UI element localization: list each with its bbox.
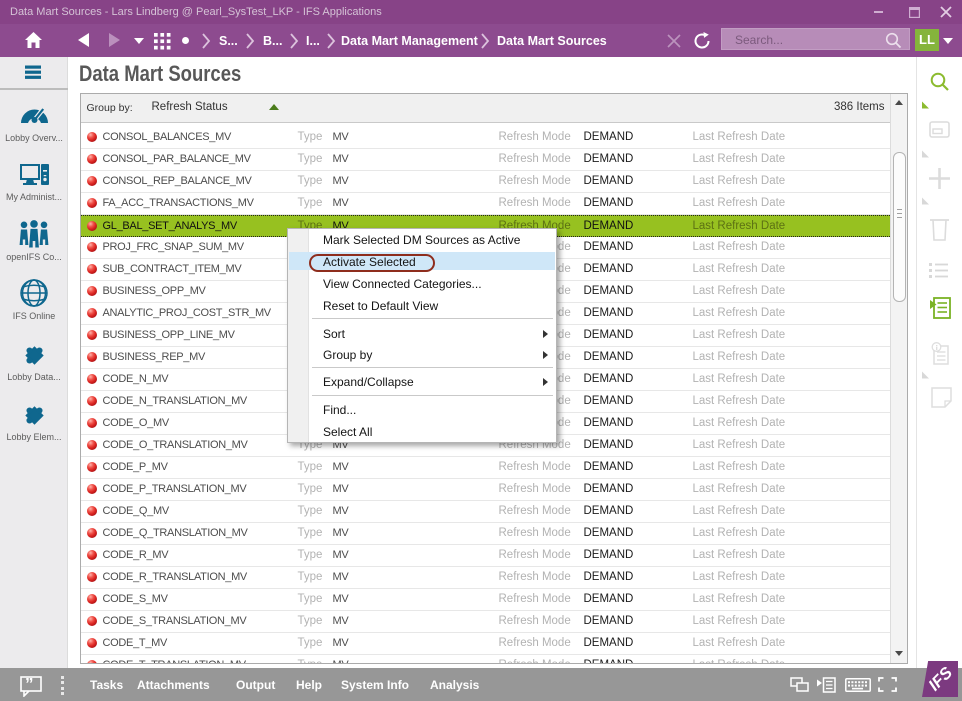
svg-text:”: ” — [25, 676, 34, 694]
